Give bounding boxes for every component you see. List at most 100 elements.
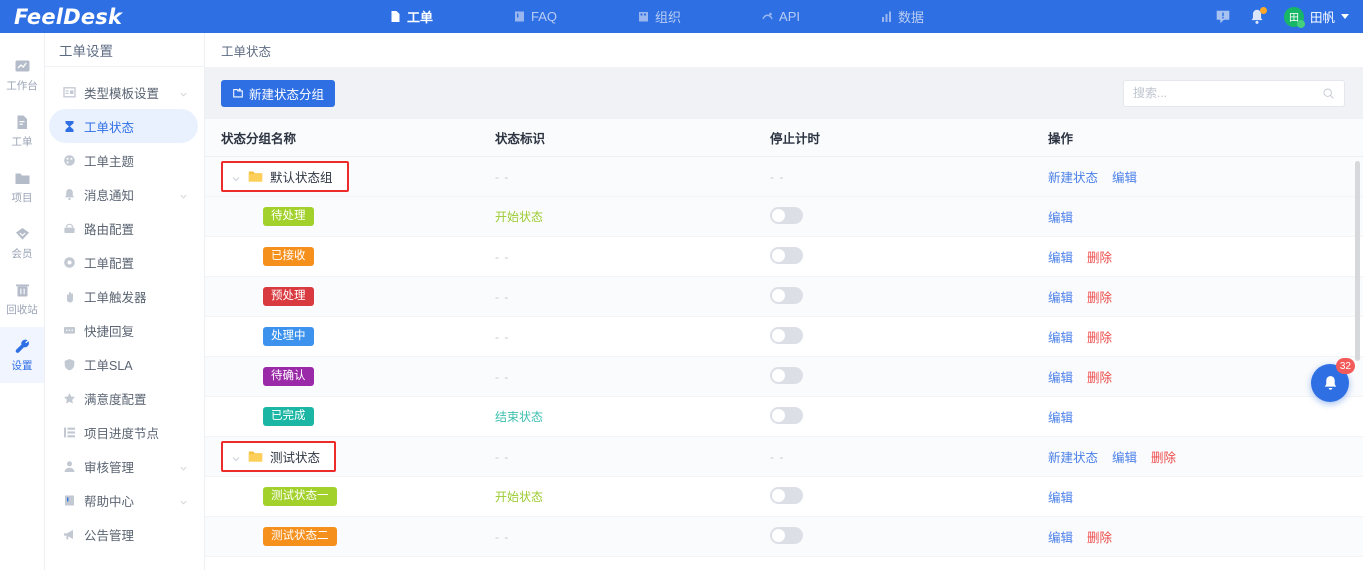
notification-fab[interactable]: 32 xyxy=(1311,358,1355,402)
search-input[interactable] xyxy=(1133,86,1322,100)
sidebar-item-4[interactable]: 路由配置 xyxy=(49,211,198,245)
user-menu[interactable]: 田 田帆 xyxy=(1283,6,1349,28)
table-row: 预处理 - - 编辑 删除 xyxy=(205,277,1363,317)
stop-timer-toggle[interactable] xyxy=(770,326,803,344)
app-root: FeelDesk 工单 FAQ 组织 API 数据 田 田帆 工作台 工单 项目… xyxy=(0,0,1363,570)
cell-actions: 新建状态 编辑 删除 xyxy=(1048,447,1363,466)
sidebar-item-11[interactable]: 审核管理 xyxy=(49,449,198,483)
cell-stop-timer xyxy=(770,366,1048,387)
action-编辑[interactable]: 编辑 xyxy=(1048,411,1073,425)
sidebar-item-6[interactable]: 工单触发器 xyxy=(49,279,198,313)
book-icon xyxy=(513,10,526,23)
stop-timer-toggle[interactable] xyxy=(770,366,803,384)
chevron-down-icon[interactable] xyxy=(179,88,188,97)
rail-item-3[interactable]: 会员 xyxy=(0,215,44,271)
top-nav-item-1[interactable]: FAQ xyxy=(499,0,571,33)
feedback-icon[interactable] xyxy=(1214,8,1232,26)
action-编辑[interactable]: 编辑 xyxy=(1048,291,1073,305)
top-nav-item-2[interactable]: 组织 xyxy=(623,0,695,33)
stop-timer-toggle[interactable] xyxy=(770,206,803,224)
chevron-down-icon[interactable] xyxy=(179,462,188,471)
action-新建状态[interactable]: 新建状态 xyxy=(1048,451,1098,465)
stop-timer-empty: - - xyxy=(770,450,785,464)
chevron-down-icon[interactable] xyxy=(179,496,188,505)
sidebar-item-label: 工单SLA xyxy=(84,358,133,373)
cell-stop-timer xyxy=(770,206,1048,227)
status-tag: 待处理 xyxy=(263,206,314,227)
sidebar-item-5[interactable]: 工单配置 xyxy=(49,245,198,279)
action-编辑[interactable]: 编辑 xyxy=(1112,451,1137,465)
stop-timer-toggle[interactable] xyxy=(770,246,803,264)
action-删除[interactable]: 删除 xyxy=(1087,371,1112,385)
stop-timer-toggle[interactable] xyxy=(770,406,803,424)
stop-timer-toggle[interactable] xyxy=(770,526,803,544)
group-name-label: 默认状态组 xyxy=(270,171,333,185)
new-status-group-button[interactable]: 新建状态分组 xyxy=(221,79,336,107)
sidebar-item-label: 项目进度节点 xyxy=(84,426,160,441)
action-编辑[interactable]: 编辑 xyxy=(1112,171,1137,185)
cell-stop-timer xyxy=(770,326,1048,347)
sidebar-item-8[interactable]: 工单SLA xyxy=(49,347,198,381)
header-actions: 田 田帆 xyxy=(1214,6,1363,28)
sidebar-item-9[interactable]: 满意度配置 xyxy=(49,381,198,415)
sidebar-item-3[interactable]: 消息通知 xyxy=(49,177,198,211)
action-删除[interactable]: 删除 xyxy=(1087,331,1112,345)
action-编辑[interactable]: 编辑 xyxy=(1048,371,1073,385)
group-name-cell[interactable]: 默认状态组 xyxy=(221,161,349,192)
brand-logo[interactable]: FeelDesk xyxy=(0,5,175,29)
chevron-down-icon[interactable] xyxy=(179,190,188,199)
top-nav-item-0[interactable]: 工单 xyxy=(375,0,447,33)
action-删除[interactable]: 删除 xyxy=(1087,291,1112,305)
sidebar-item-label: 帮助中心 xyxy=(84,494,135,509)
action-新建状态[interactable]: 新建状态 xyxy=(1048,171,1098,185)
table-row: 待处理 开始状态 编辑 xyxy=(205,197,1363,237)
table-row: 待确认 - - 编辑 删除 xyxy=(205,357,1363,397)
action-编辑[interactable]: 编辑 xyxy=(1048,531,1073,545)
action-编辑[interactable]: 编辑 xyxy=(1048,251,1073,265)
sidebar-item-12[interactable]: 帮助中心 xyxy=(49,483,198,517)
search-box[interactable] xyxy=(1123,79,1345,107)
folder-icon xyxy=(248,450,263,463)
bell-icon xyxy=(1324,375,1336,390)
sidebar-item-13[interactable]: 公告管理 xyxy=(49,517,198,551)
main-content: 工单状态 新建状态分组 状态分组名称 状态标识 停止计时 操作 xyxy=(205,33,1363,570)
document-icon xyxy=(389,10,402,23)
bell-icon[interactable] xyxy=(1248,6,1267,26)
status-identifier: - - xyxy=(495,370,510,384)
table-header: 状态分组名称 状态标识 停止计时 操作 xyxy=(205,119,1363,157)
sidebar-item-7[interactable]: 快捷回复 xyxy=(49,313,198,347)
rail-item-label: 回收站 xyxy=(6,303,38,316)
table-scrollbar[interactable] xyxy=(1355,161,1360,361)
status-tag: 已接收 xyxy=(263,246,314,267)
rail-item-0[interactable]: 工作台 xyxy=(0,47,44,103)
megaphone-icon xyxy=(63,528,76,541)
cell-identifier: 结束状态 xyxy=(495,408,770,425)
status-tag: 预处理 xyxy=(263,286,314,307)
chevron-down-icon[interactable] xyxy=(231,172,241,182)
rail-item-5[interactable]: 设置 xyxy=(0,327,44,383)
building-icon xyxy=(637,10,650,23)
action-删除[interactable]: 删除 xyxy=(1087,531,1112,545)
sidebar-item-2[interactable]: 工单主题 xyxy=(49,143,198,177)
sidebar-item-0[interactable]: 类型模板设置 xyxy=(49,75,198,109)
action-删除[interactable]: 删除 xyxy=(1151,451,1176,465)
cell-identifier: - - xyxy=(495,449,770,464)
sidebar-item-1[interactable]: 工单状态 xyxy=(49,109,198,143)
status-tag: 已完成 xyxy=(263,406,314,427)
chevron-down-icon[interactable] xyxy=(231,452,241,462)
rail-item-1[interactable]: 工单 xyxy=(0,103,44,159)
search-icon xyxy=(1323,87,1334,99)
group-name-cell[interactable]: 测试状态 xyxy=(221,441,337,472)
stop-timer-toggle[interactable] xyxy=(770,486,803,504)
cell-identifier: - - xyxy=(495,529,770,544)
action-编辑[interactable]: 编辑 xyxy=(1048,491,1073,505)
sidebar-item-10[interactable]: 项目进度节点 xyxy=(49,415,198,449)
action-删除[interactable]: 删除 xyxy=(1087,251,1112,265)
top-nav-item-3[interactable]: API xyxy=(747,0,814,33)
top-nav-item-4[interactable]: 数据 xyxy=(866,0,938,33)
stop-timer-toggle[interactable] xyxy=(770,286,803,304)
action-编辑[interactable]: 编辑 xyxy=(1048,331,1073,345)
rail-item-4[interactable]: 回收站 xyxy=(0,271,44,327)
action-编辑[interactable]: 编辑 xyxy=(1048,211,1073,225)
rail-item-2[interactable]: 项目 xyxy=(0,159,44,215)
